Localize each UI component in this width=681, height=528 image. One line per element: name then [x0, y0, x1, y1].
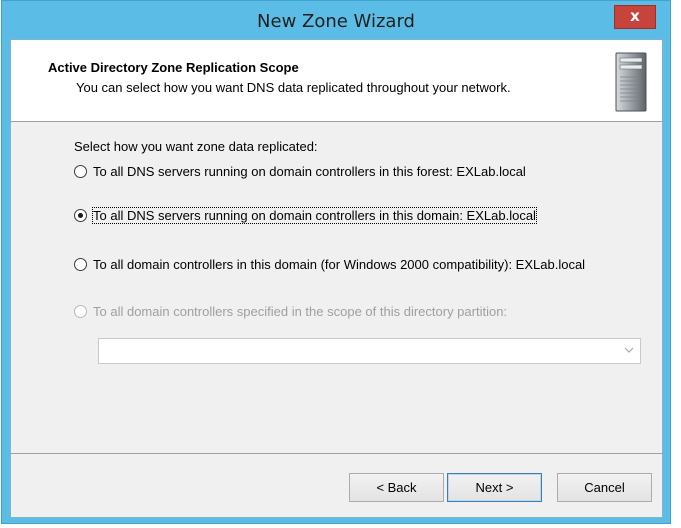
- radio-partition: [74, 305, 87, 318]
- page-title: Active Directory Zone Replication Scope: [48, 60, 299, 75]
- close-button[interactable]: x: [614, 5, 656, 29]
- option-domain-label[interactable]: To all DNS servers running on domain con…: [92, 207, 537, 224]
- radio-forest[interactable]: [74, 165, 87, 178]
- option-partition: To all domain controllers specified in t…: [74, 304, 507, 319]
- radio-domain[interactable]: [74, 209, 87, 222]
- window-title: New Zone Wizard: [257, 11, 415, 32]
- radio-w2k[interactable]: [74, 258, 87, 271]
- wizard-header: Active Directory Zone Replication Scope …: [11, 40, 662, 122]
- replication-prompt: Select how you want zone data replicated…: [74, 139, 318, 154]
- option-forest[interactable]: To all DNS servers running on domain con…: [74, 164, 526, 179]
- title-bar[interactable]: New Zone Wizard x: [2, 1, 670, 39]
- page-subtitle: You can select how you want DNS data rep…: [76, 80, 511, 95]
- wizard-window: New Zone Wizard x Active Directory Zone …: [1, 0, 671, 524]
- server-icon: [615, 52, 647, 112]
- next-button[interactable]: Next >: [447, 473, 542, 502]
- close-icon: x: [630, 7, 640, 25]
- option-forest-label[interactable]: To all DNS servers running on domain con…: [93, 164, 526, 179]
- partition-select: [98, 338, 641, 364]
- footer-divider: [11, 453, 662, 454]
- option-w2k-label[interactable]: To all domain controllers in this domain…: [93, 257, 585, 272]
- option-partition-label: To all domain controllers specified in t…: [93, 304, 508, 319]
- wizard-body: Select how you want zone data replicated…: [11, 123, 662, 453]
- back-button[interactable]: < Back: [349, 473, 444, 502]
- chevron-down-icon: [624, 343, 634, 357]
- cancel-button[interactable]: Cancel: [557, 473, 652, 502]
- option-w2k[interactable]: To all domain controllers in this domain…: [74, 257, 585, 272]
- option-domain[interactable]: To all DNS servers running on domain con…: [74, 207, 537, 224]
- wizard-client-area: Active Directory Zone Replication Scope …: [10, 39, 663, 518]
